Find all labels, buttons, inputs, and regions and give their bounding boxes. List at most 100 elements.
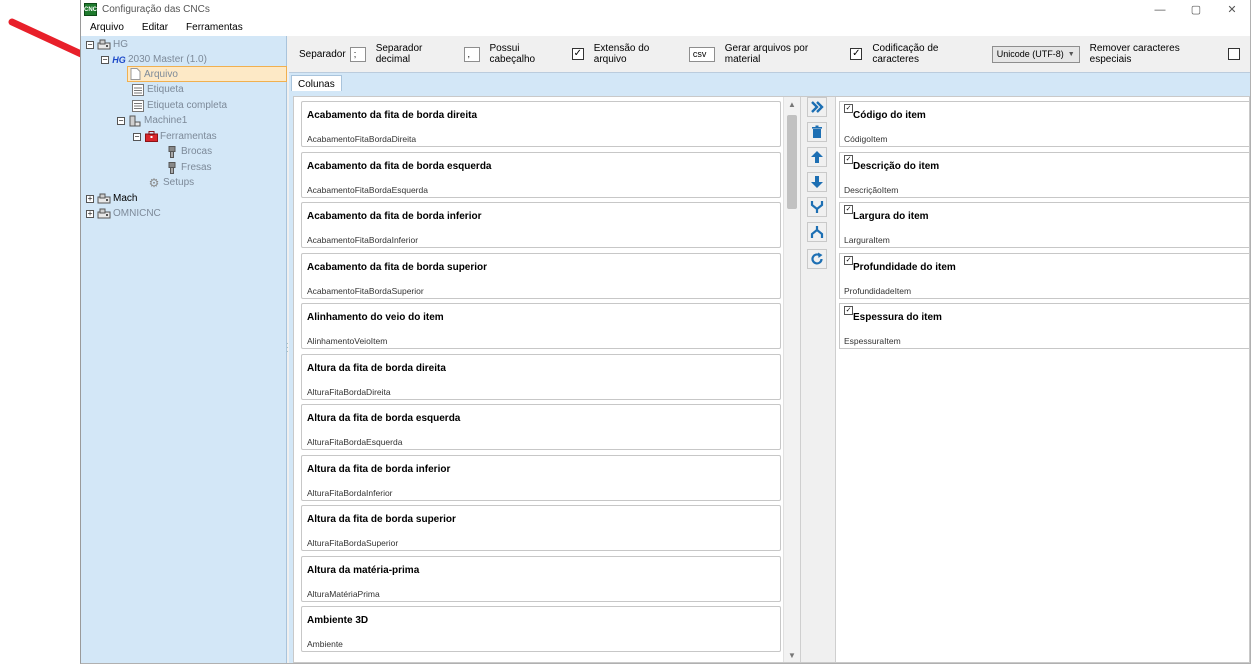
encoding-value: Unicode (UTF-8): [996, 49, 1064, 59]
tree-node-machine1[interactable]: − Machine1: [117, 113, 187, 128]
split-button[interactable]: [807, 222, 827, 242]
column-title: Acabamento da fita de borda inferior: [307, 211, 482, 222]
available-scrollbar[interactable]: ▲ ▼: [783, 97, 800, 662]
expand-icon[interactable]: +: [86, 209, 94, 218]
column-title: Descrição do item: [853, 160, 940, 172]
remove-special-chars-checkbox[interactable]: [1227, 48, 1240, 60]
machine-group-icon: [97, 208, 111, 220]
column-field-name: AlturaFitaBordaEsquerda: [307, 437, 403, 447]
file-extension-label: Extensão do arquivo: [593, 43, 650, 65]
scroll-down-icon[interactable]: ▼: [784, 648, 800, 662]
arrow-down-icon: [811, 176, 823, 188]
tree-node-etiqueta[interactable]: Etiqueta: [131, 82, 184, 97]
add-all-button[interactable]: [807, 97, 827, 117]
tree-node-setups[interactable]: ⚙ Setups: [147, 175, 195, 190]
column-title: Altura da matéria-prima: [307, 564, 420, 576]
tree-label: Etiqueta: [147, 84, 184, 95]
has-header-label: Possui cabeçalho: [489, 43, 536, 65]
tree-node-hg[interactable]: − HG: [86, 37, 128, 52]
tree-label: Ferramentas: [160, 131, 217, 142]
tree-node-etiqueta-completa[interactable]: Etiqueta completa: [131, 98, 227, 113]
available-column-item[interactable]: Altura da fita de borda direita AlturaFit…: [301, 353, 781, 400]
collapse-icon[interactable]: −: [117, 116, 125, 125]
tree-label: Fresas: [181, 162, 212, 173]
remove-button[interactable]: [807, 122, 827, 142]
column-actions-toolbar: [805, 97, 831, 662]
column-title: Acabamento da fita de borda esquerda: [307, 160, 492, 172]
tree-node-mach[interactable]: + Mach: [86, 191, 137, 206]
column-title: Acabamento da fita de borda direita: [307, 110, 478, 121]
selected-column-item[interactable]: ✓ Descrição do item DescriçãoItem: [839, 151, 1249, 198]
selected-column-item[interactable]: ✓ Espessura do item EspessuraItem: [839, 303, 1249, 349]
tree-node-fresas[interactable]: Fresas: [165, 160, 212, 175]
tree-node-brocas[interactable]: Brocas: [165, 144, 212, 159]
column-checkbox[interactable]: ✓: [844, 205, 853, 214]
merge-button[interactable]: [807, 197, 827, 217]
machine-icon: [128, 115, 142, 127]
mill-bit-icon: [165, 161, 179, 174]
collapse-icon[interactable]: −: [86, 40, 94, 49]
encoding-label: Codificação de caracteres: [872, 43, 939, 65]
menu-arquivo[interactable]: Arquivo: [81, 22, 133, 33]
column-title: Altura da fita de borda direita: [307, 362, 446, 374]
tab-colunas[interactable]: Colunas: [291, 75, 342, 92]
selected-column-item[interactable]: ✓ Código do item CódigoItem: [839, 101, 1249, 147]
scroll-thumb[interactable]: [787, 115, 797, 209]
column-checkbox[interactable]: ✓: [844, 306, 853, 315]
encoding-select[interactable]: Unicode (UTF-8) ▼: [991, 45, 1080, 63]
decimal-separator-field[interactable]: ,: [463, 46, 480, 62]
scroll-up-icon[interactable]: ▲: [784, 97, 800, 111]
tree-node-omnicnc[interactable]: + OMNICNC: [86, 206, 161, 221]
columns-editor: Acabamento da fita de borda direita Acaba…: [293, 96, 1250, 663]
column-title: Espessura do item: [853, 312, 942, 323]
separator-field[interactable]: ;: [349, 46, 366, 62]
available-column-item[interactable]: Acabamento da fita de borda superior Acab…: [301, 252, 781, 299]
files-per-material-label: Gerar arquivos por material: [724, 43, 809, 65]
available-column-item[interactable]: Altura da matéria-prima AlturaMatériaPrim…: [301, 555, 781, 602]
available-column-item[interactable]: Alinhamento do veio do item AlinhamentoVe…: [301, 303, 781, 349]
column-field-name: AlturaFitaBordaInferior: [307, 487, 393, 498]
tree-label: OMNICNC: [113, 208, 161, 219]
column-checkbox[interactable]: ✓: [844, 154, 853, 164]
drill-bit-icon: [165, 145, 179, 158]
file-extension-field[interactable]: csv: [688, 46, 715, 62]
column-checkbox[interactable]: ✓: [844, 255, 853, 265]
collapse-icon[interactable]: −: [133, 132, 141, 141]
maximize-button[interactable]: ▢: [1178, 0, 1214, 19]
selected-column-item[interactable]: ✓ Profundidade do item ProfundidadeItem: [839, 252, 1249, 299]
available-column-item[interactable]: Acabamento da fita de borda direita Acaba…: [301, 101, 781, 147]
expand-icon[interactable]: +: [86, 194, 94, 203]
available-columns-list: Acabamento da fita de borda direita Acaba…: [294, 97, 801, 662]
tree-label: HG: [113, 39, 128, 50]
minimize-button[interactable]: —: [1142, 0, 1178, 19]
tree-node-2030-master[interactable]: − HG 2030 Master (1.0): [101, 52, 207, 67]
menu-ferramentas[interactable]: Ferramentas: [177, 22, 252, 33]
refresh-icon: [811, 252, 823, 265]
available-column-item[interactable]: Altura da fita de borda esquerda AlturaFi…: [301, 404, 781, 450]
column-title: Código do item: [853, 110, 926, 121]
move-up-button[interactable]: [807, 147, 827, 167]
column-field-name: DescriçãoItem: [844, 184, 899, 195]
available-column-item[interactable]: Ambiente 3D Ambiente: [301, 606, 781, 652]
tree-label: Etiqueta completa: [147, 100, 228, 111]
machine-group-icon: [97, 193, 111, 205]
selected-column-item[interactable]: ✓ Largura do item LarguraItem: [839, 202, 1249, 248]
remove-special-chars-label: Remover caracteres especiais: [1089, 43, 1180, 65]
tree-node-ferramentas[interactable]: − Ferramentas: [133, 129, 217, 144]
files-per-material-checkbox[interactable]: ✓: [850, 48, 863, 60]
tree-label: Setups: [163, 177, 195, 188]
available-column-item[interactable]: Altura da fita de borda inferior AlturaFi…: [301, 454, 781, 501]
has-header-checkbox[interactable]: ✓: [571, 48, 584, 60]
close-button[interactable]: ✕: [1214, 0, 1250, 19]
move-down-button[interactable]: [807, 172, 827, 192]
cnc-tree: − HG − HG 2030 Master (1.0) Arquivo Etiq…: [81, 36, 287, 663]
reset-button[interactable]: [807, 249, 827, 269]
available-column-item[interactable]: Acabamento da fita de borda esquerda Acab…: [301, 151, 781, 198]
separator-label: Separador: [299, 48, 346, 60]
column-checkbox[interactable]: ✓: [844, 104, 853, 113]
collapse-icon[interactable]: −: [101, 55, 109, 64]
available-column-item[interactable]: Altura da fita de borda superior AlturaFi…: [301, 505, 781, 551]
available-column-item[interactable]: Acabamento da fita de borda inferior Acab…: [301, 202, 781, 248]
tree-node-arquivo[interactable]: Arquivo: [127, 66, 287, 82]
menu-editar[interactable]: Editar: [133, 22, 177, 33]
